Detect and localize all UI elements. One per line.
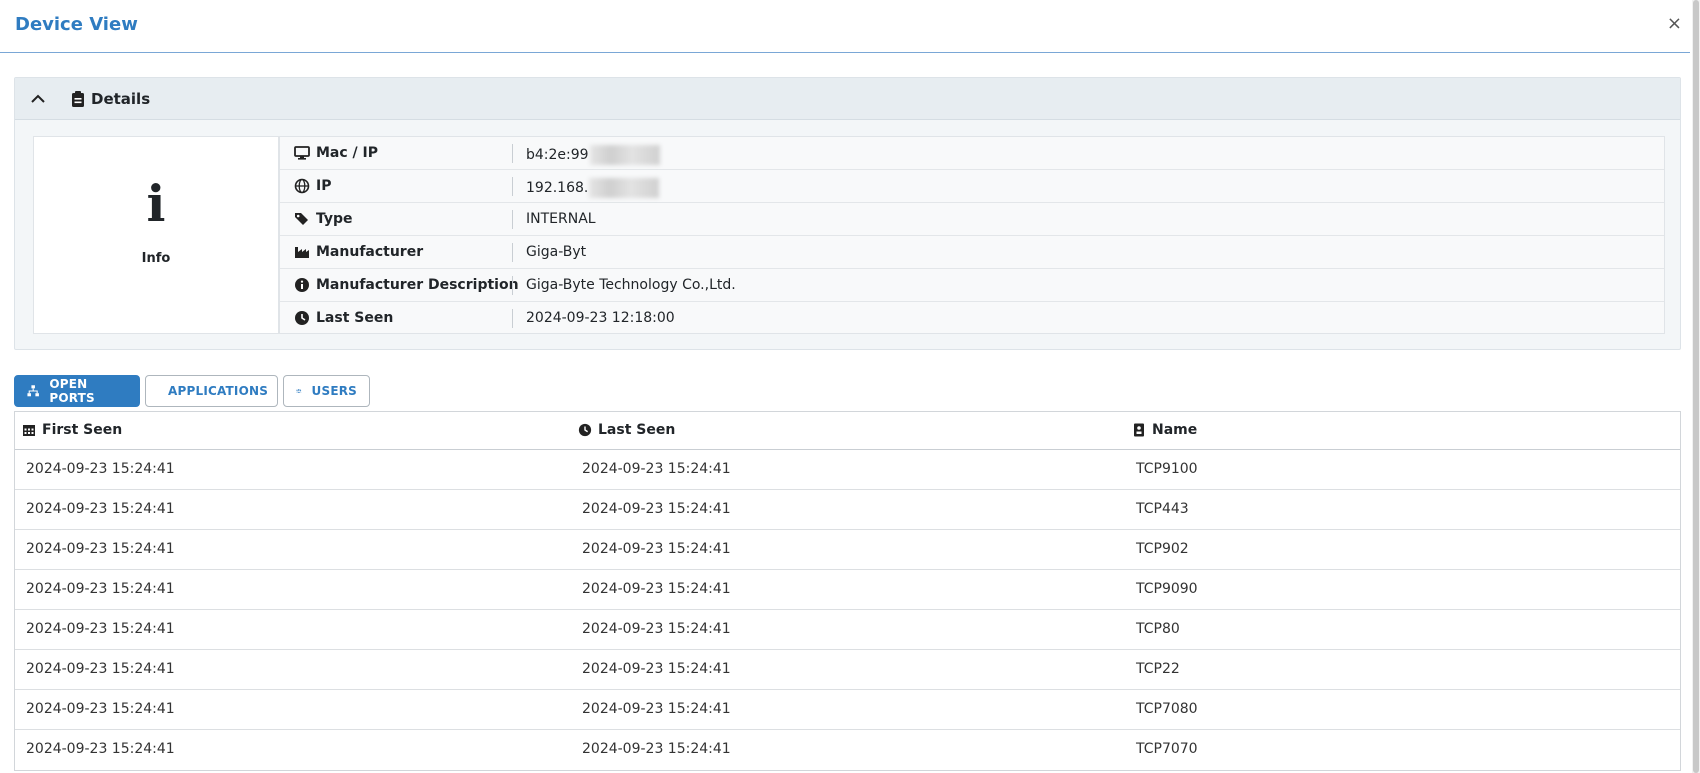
- detail-row-manufacturer-description: Manufacturer Description Giga-Byte Techn…: [280, 269, 1664, 302]
- open-ports-table: First Seen Last Seen Name 2024-09-23 15:…: [14, 411, 1681, 771]
- detail-label: Mac / IP: [294, 145, 378, 161]
- table-row: 2024-09-23 15:24:41 2024-09-23 15:24:41 …: [15, 490, 1680, 530]
- modal-title: Device View: [15, 14, 138, 35]
- detail-label: IP: [294, 178, 331, 194]
- detail-value: 192.168.: [526, 178, 660, 198]
- tab-open-ports[interactable]: OPEN PORTS: [14, 375, 140, 407]
- detail-row-type: Type INTERNAL: [280, 203, 1664, 236]
- modal-header: Device View ×: [0, 0, 1690, 53]
- info-label: Info: [141, 251, 171, 266]
- info-circle-icon: [295, 278, 309, 292]
- table-row: 2024-09-23 15:24:41 2024-09-23 15:24:41 …: [15, 610, 1680, 650]
- scrollbar[interactable]: [1692, 0, 1700, 773]
- detail-label: Last Seen: [294, 310, 393, 326]
- table-row: 2024-09-23 15:24:41 2024-09-23 15:24:41 …: [26, 741, 1198, 757]
- table-header: First Seen Last Seen Name: [15, 412, 1680, 450]
- detail-row-mac: Mac / IP b4:2e:99: [280, 137, 1664, 170]
- table-row: 2024-09-23 15:24:41 2024-09-23 15:24:41 …: [15, 570, 1680, 610]
- industry-icon: [295, 247, 309, 258]
- detail-value: Giga-Byte Technology Co.,Ltd.: [526, 277, 736, 293]
- monitor-icon: [294, 146, 310, 160]
- tags-icon: [295, 213, 308, 225]
- detail-value: INTERNAL: [526, 211, 596, 227]
- detail-value: 2024-09-23 12:18:00: [526, 310, 675, 326]
- calendar-icon: [23, 425, 35, 436]
- detail-value: Giga-Byt: [526, 244, 587, 260]
- table-row: 2024-09-23 15:24:41 2024-09-23 15:24:41 …: [15, 650, 1680, 690]
- redacted-region: [589, 145, 660, 165]
- details-table: Mac / IP b4:2e:99 IP 192.168. Type INTER…: [279, 136, 1665, 334]
- scrollbar-thumb[interactable]: [1693, 0, 1699, 773]
- network-icon: [27, 385, 39, 397]
- detail-row-manufacturer: Manufacturer Giga-Byt: [280, 236, 1664, 269]
- id-badge-icon: [1134, 423, 1144, 437]
- details-card: Details i Info Mac / IP b4:2e:99 IP 192.…: [14, 77, 1681, 350]
- detail-label: Manufacturer: [294, 244, 423, 260]
- detail-row-ip: IP 192.168.: [280, 170, 1664, 203]
- chevron-up-icon[interactable]: [29, 90, 47, 108]
- clock-icon: [578, 423, 592, 437]
- table-row: 2024-09-23 15:24:41 2024-09-23 15:24:41 …: [15, 450, 1680, 490]
- tab-applications[interactable]: APPLICATIONS: [145, 375, 278, 407]
- detail-value: b4:2e:99: [526, 145, 660, 165]
- globe-icon: [294, 178, 310, 194]
- clock-icon: [295, 311, 309, 325]
- table-row: 2024-09-23 15:24:41 2024-09-23 15:24:41 …: [15, 690, 1680, 730]
- table-row: 2024-09-23 15:24:41 2024-09-23 15:24:41 …: [15, 530, 1680, 570]
- info-box: i Info: [33, 136, 279, 334]
- details-header-label: Details: [91, 90, 151, 108]
- details-card-header: Details: [15, 78, 1680, 120]
- detail-label: Type: [294, 211, 353, 227]
- detail-label: Manufacturer Description: [294, 277, 519, 293]
- close-button[interactable]: ×: [1667, 15, 1682, 33]
- tab-users[interactable]: USERS: [283, 375, 370, 407]
- info-icon: i: [146, 174, 166, 233]
- detail-row-last-seen: Last Seen 2024-09-23 12:18:00: [280, 302, 1664, 335]
- column-header-last-seen[interactable]: Last Seen: [578, 422, 675, 438]
- column-header-name[interactable]: Name: [1132, 422, 1197, 438]
- users-icon: [296, 389, 302, 393]
- column-header-first-seen[interactable]: First Seen: [22, 422, 122, 438]
- redacted-region: [589, 178, 660, 198]
- clipboard-icon: [72, 91, 84, 107]
